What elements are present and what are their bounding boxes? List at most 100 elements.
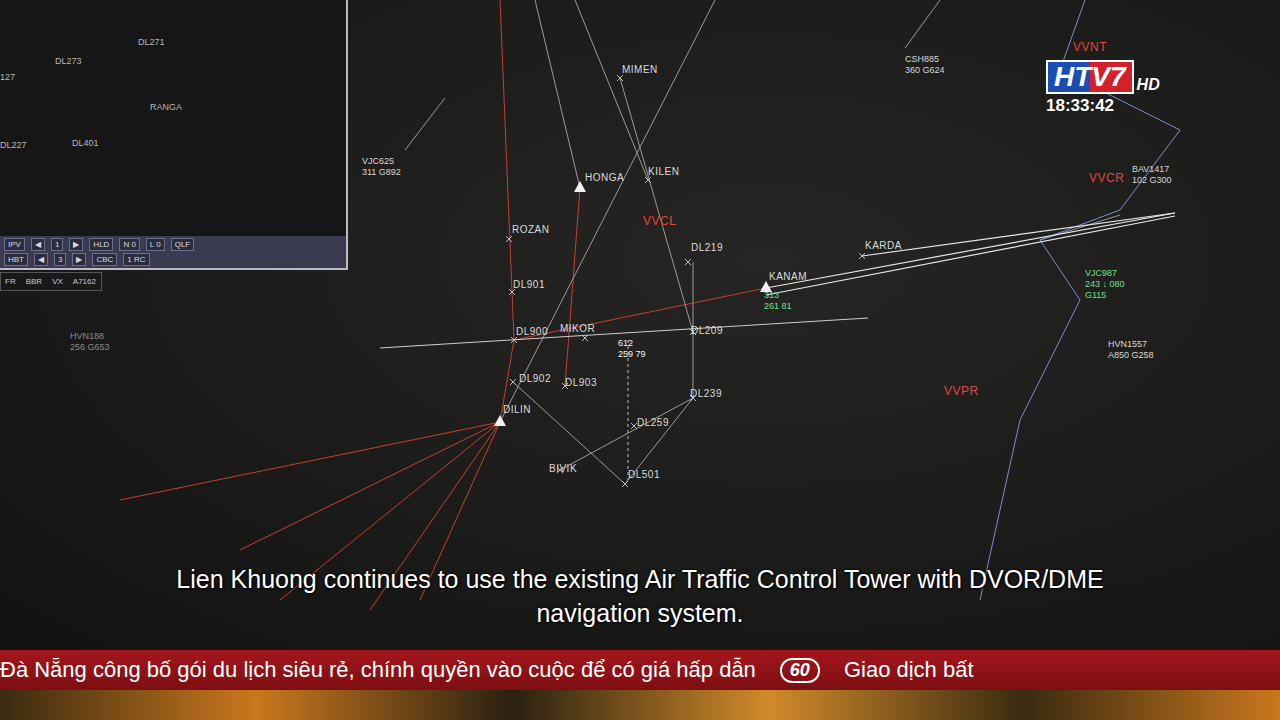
waypoint-label[interactable]: DL219 <box>691 242 723 253</box>
inset-map: DL271 DL273 RANGA DL227 DL401 127 <box>0 0 346 236</box>
channel-name: HTV7 <box>1046 60 1134 94</box>
toolbar-button[interactable]: ▶ <box>72 253 86 266</box>
toolbar-button[interactable]: 1 RC <box>123 253 149 266</box>
aircraft-tag-line: 612 <box>618 338 646 349</box>
waypoint-label[interactable]: DL902 <box>519 373 551 384</box>
news-ticker: Đà Nẵng công bố gói du lịch siêu rẻ, chí… <box>0 650 1280 690</box>
fix-cross-icon <box>859 253 865 259</box>
inset-label: DL401 <box>72 138 99 148</box>
aircraft-tag[interactable]: BAV1417102 G300 <box>1132 164 1172 186</box>
inset-label: DL273 <box>55 56 82 66</box>
waypoint-label[interactable]: VVPR <box>944 384 979 398</box>
aircraft-tag-line: 102 G300 <box>1132 175 1172 186</box>
ticker-badge: 60 <box>780 658 820 683</box>
toolbar-button[interactable]: N 0 <box>119 238 139 251</box>
aircraft-tag-line: BAV1417 <box>1132 164 1172 175</box>
inset-window: DL271DL273RANGADL227DL401127IPV◀1▶HLDN 0… <box>0 0 348 270</box>
fix-cross-icon <box>582 335 588 341</box>
broadcast-frame: MIMEN HONGA KILEN VVCL ROZAN DL219 KARDA KANAM D… <box>0 0 1280 720</box>
subtitle: Lien Khuong continues to use the existin… <box>150 562 1130 630</box>
waypoint-label[interactable]: DL259 <box>637 417 669 428</box>
aircraft-tag[interactable]: 313261 81 <box>764 290 792 312</box>
aircraft-tag[interactable]: HVN188256 G653 <box>70 331 110 353</box>
aircraft-tag-line: 311 G892 <box>362 167 401 178</box>
aircraft-tag-line: HVN1557 <box>1108 339 1154 350</box>
ticker-next: Giao dịch bất <box>844 657 974 683</box>
aircraft-tag[interactable]: HVN1557A850 G258 <box>1108 339 1154 361</box>
waypoint-label[interactable]: DL903 <box>565 377 597 388</box>
info-item: A7162 <box>73 277 96 286</box>
toolbar-button[interactable]: 1 <box>51 238 63 251</box>
waypoint-label[interactable]: DL209 <box>691 325 723 336</box>
aircraft-tag[interactable]: CSH885360 G624 <box>905 54 945 76</box>
info-item: BBR <box>26 277 42 286</box>
toolbar-button[interactable]: L 0 <box>146 238 165 251</box>
clock: 18:33:42 <box>1046 96 1114 116</box>
aircraft-tag-line: G115 <box>1085 290 1125 301</box>
aircraft-tag-line: CSH885 <box>905 54 945 65</box>
inset-label: DL227 <box>0 140 27 150</box>
info-strip: FR BBR VX A7162 <box>0 272 102 291</box>
waypoint-label[interactable]: KARDA <box>865 240 902 251</box>
fix-cross-icon <box>622 481 628 487</box>
waypoint-label[interactable]: DL239 <box>690 388 722 399</box>
aircraft-tag-line: 261 81 <box>764 301 792 312</box>
aircraft-tag-line: A850 G258 <box>1108 350 1154 361</box>
waypoint-label[interactable]: DILIN <box>503 404 531 415</box>
waypoint-label[interactable]: DL900 <box>516 326 548 337</box>
waypoint-label[interactable]: MIMEN <box>622 64 658 75</box>
waypoint-label[interactable]: ROZAN <box>512 224 550 235</box>
fix-cross-icon <box>511 337 517 343</box>
inset-label: DL271 <box>138 37 165 47</box>
toolbar-button[interactable]: HLD <box>89 238 113 251</box>
aircraft-tag-line: 243 ↓ 080 <box>1085 279 1125 290</box>
fix-cross-icon <box>645 177 651 183</box>
aircraft-tag-line: 360 G624 <box>905 65 945 76</box>
waypoint-triangle-icon <box>494 415 506 426</box>
waypoint-triangle-icon <box>574 181 586 192</box>
aircraft-tag[interactable]: VJC987243 ↓ 080G115 <box>1085 268 1125 301</box>
toolbar-button[interactable]: 3 <box>54 253 66 266</box>
waypoint-label[interactable]: VVCR <box>1089 171 1124 185</box>
channel-logo: HTV7HD 18:33:42 <box>1046 60 1160 116</box>
aircraft-tag-line: VJC987 <box>1085 268 1125 279</box>
waypoint-label[interactable]: VVNT <box>1073 40 1107 54</box>
radar-display: MIMEN HONGA KILEN VVCL ROZAN DL219 KARDA KANAM D… <box>0 0 1280 650</box>
toolbar-button[interactable]: ◀ <box>31 238 45 251</box>
hd-badge: HD <box>1137 76 1160 94</box>
toolbar-button[interactable]: HBT <box>4 253 28 266</box>
fix-cross-icon <box>617 75 623 81</box>
info-item: FR <box>5 277 16 286</box>
fix-cross-icon <box>685 259 691 265</box>
toolbar-button[interactable]: QLF <box>171 238 195 251</box>
aircraft-tag[interactable]: 612259 79 <box>618 338 646 360</box>
waypoint-label[interactable]: DL901 <box>513 279 545 290</box>
toolbar-button[interactable]: ◀ <box>34 253 48 266</box>
aircraft-tag[interactable]: VJC625311 G892 <box>362 156 401 178</box>
toolbar-button[interactable]: CBC <box>92 253 117 266</box>
waypoint-label[interactable]: MIKOR <box>560 323 595 334</box>
aircraft-tag-line: 256 G653 <box>70 342 110 353</box>
fix-cross-icon <box>631 423 637 429</box>
inset-toolbar: IPV◀1▶HLDN 0L 0QLFHBT◀3▶CBC1 RC <box>0 236 346 268</box>
aircraft-tag-line: VJC625 <box>362 156 401 167</box>
aircraft-tag-line: HVN188 <box>70 331 110 342</box>
aircraft-tag-line: 259 79 <box>618 349 646 360</box>
info-item: VX <box>52 277 63 286</box>
toolbar-row: IPV ◀ 1 ▶ HLD N 0 L 0 QLF <box>4 238 342 251</box>
fix-cross-icon <box>506 236 512 242</box>
waypoint-label[interactable]: HONGA <box>585 172 624 183</box>
fix-cross-icon <box>510 379 516 385</box>
studio-flowers <box>0 690 1280 720</box>
waypoint-label[interactable]: DL501 <box>628 469 660 480</box>
ticker-headline: Đà Nẵng công bố gói du lịch siêu rẻ, chí… <box>0 657 756 683</box>
inset-label: RANGA <box>150 102 182 112</box>
waypoint-label[interactable]: BIVIK <box>549 463 577 474</box>
toolbar-button[interactable]: ▶ <box>69 238 83 251</box>
waypoint-label[interactable]: KANAM <box>769 271 807 282</box>
waypoint-label[interactable]: KILEN <box>648 166 679 177</box>
toolbar-button[interactable]: IPV <box>4 238 25 251</box>
inset-label: 127 <box>0 72 15 82</box>
waypoint-label[interactable]: VVCL <box>643 214 676 228</box>
aircraft-tag-line: 313 <box>764 290 792 301</box>
